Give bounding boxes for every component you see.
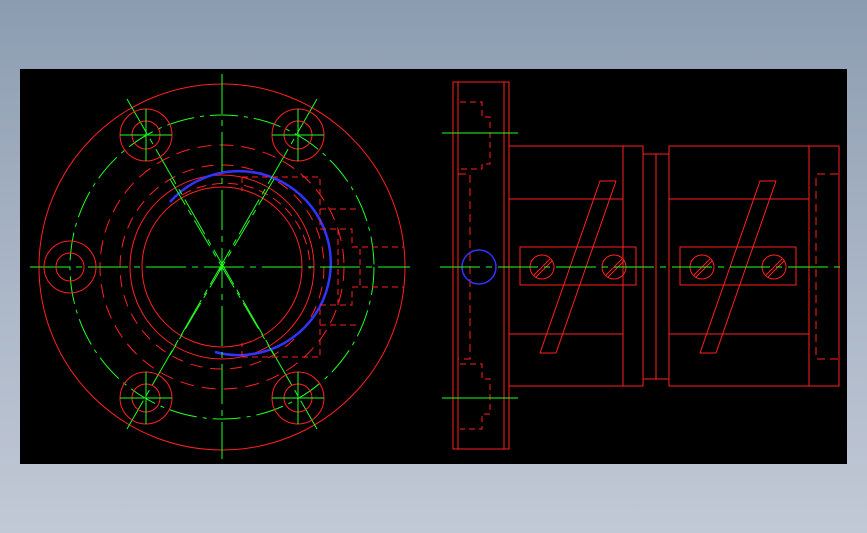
- cad-drawing-viewport[interactable]: x: [20, 69, 847, 464]
- side-view: [440, 81, 840, 450]
- bolt-hole: [271, 371, 325, 425]
- center-mark: x: [218, 264, 223, 273]
- cad-drawing: x: [30, 74, 840, 459]
- front-view: x: [30, 74, 410, 459]
- thread-arc: [169, 169, 333, 357]
- nut-body-right: [668, 145, 840, 387]
- bolt-hole: [271, 108, 325, 162]
- bolt-hole: [119, 108, 173, 162]
- bolt-hole: [119, 371, 173, 425]
